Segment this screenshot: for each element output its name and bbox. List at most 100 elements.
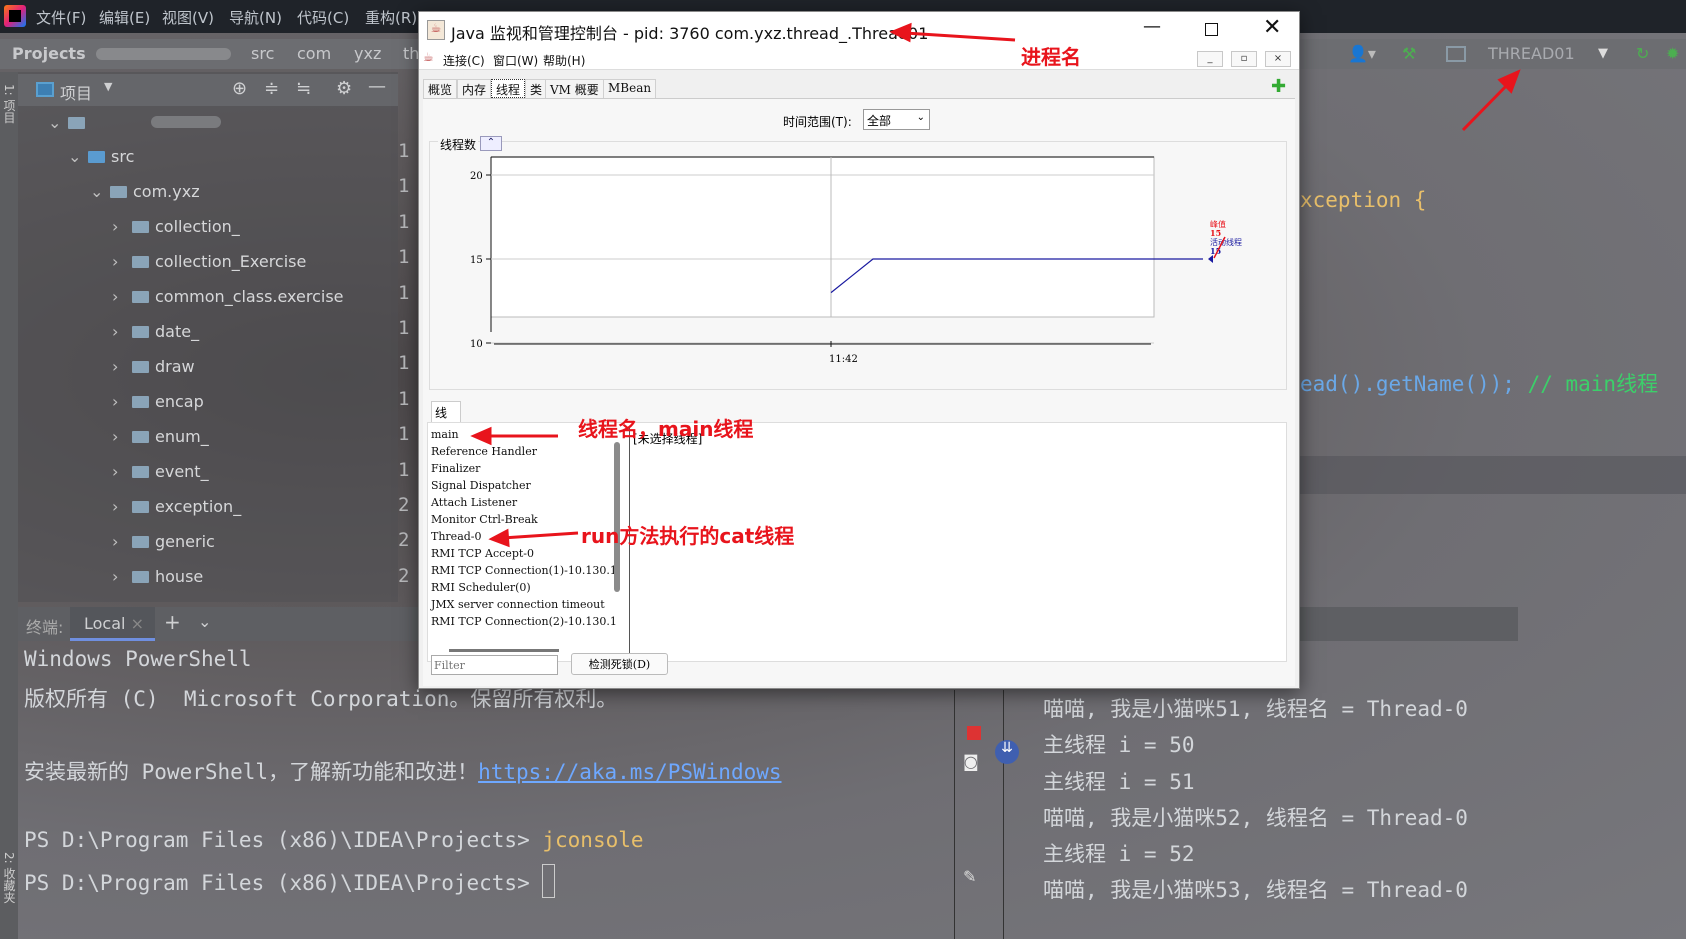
terminal-line: Windows PowerShell	[24, 647, 252, 671]
tree-root[interactable]: ⌄	[48, 113, 221, 137]
tree-item[interactable]: › draw	[112, 357, 195, 381]
tree-item[interactable]: › generic	[112, 532, 215, 556]
filter-input[interactable]	[431, 655, 558, 675]
detect-deadlock-button[interactable]: 检测死锁(D)	[571, 653, 668, 675]
tab-mbean[interactable]: MBean	[603, 79, 657, 98]
stop-icon[interactable]	[967, 726, 981, 740]
menu-refactor[interactable]: 重构(R)	[365, 7, 417, 28]
add-terminal-icon[interactable]: +	[164, 610, 181, 634]
intellij-logo-icon	[4, 5, 26, 27]
powershell-link[interactable]: https://aka.ms/PSWindows	[478, 760, 781, 784]
breadcrumb-yxz[interactable]: yxz	[354, 44, 381, 63]
thread-list[interactable]: main Reference Handler Finalizer Signal Dis…	[427, 428, 617, 646]
console-line: 主线程 i = 50	[1043, 733, 1195, 757]
user-icon[interactable]: 👤▾	[1348, 44, 1376, 63]
breadcrumb-src[interactable]: src	[251, 44, 274, 63]
chevron-down-icon[interactable]: ▼	[104, 80, 112, 93]
terminal-line: 安装最新的 PowerShell，了解新功能和改进！https://aka.ms…	[24, 760, 782, 784]
thread-list-item[interactable]: Reference Handler	[431, 445, 537, 458]
thread-list-item[interactable]: RMI TCP Connection(1)-10.130.1	[431, 564, 617, 577]
menu-code[interactable]: 代码(C)	[297, 7, 349, 28]
tab-threads[interactable]: 线程	[491, 79, 526, 98]
tree-item[interactable]: › exception_	[112, 497, 241, 521]
project-tool-tab[interactable]: 1: 项目	[1, 84, 18, 124]
chart-legend: 峰值 15 活动线程 15	[1210, 220, 1242, 256]
run-config-select[interactable]: THREAD01	[1488, 44, 1575, 63]
thread-list-item[interactable]: RMI Scheduler(0)	[431, 581, 531, 594]
thread-list-item[interactable]: main	[431, 428, 459, 441]
menu-navigate[interactable]: 导航(N)	[229, 7, 282, 28]
tree-item[interactable]: ⌄ src	[68, 147, 134, 171]
breadcrumb-th[interactable]: th	[403, 44, 419, 63]
menu-view[interactable]: 视图(V)	[162, 7, 214, 28]
time-range-select[interactable]: 全部 ⌄	[863, 109, 930, 130]
tab-overview[interactable]: 概览	[423, 79, 458, 98]
console-line: 喵喵, 我是小猫咪52, 线程名 = Thread-0	[1043, 806, 1468, 830]
thread-list-item[interactable]: Attach Listener	[431, 496, 517, 509]
tree-item[interactable]: ⌄ com.yxz	[90, 182, 200, 206]
debug-icon[interactable]: ✹	[1666, 44, 1679, 63]
inner-minimize-button[interactable]: _	[1197, 51, 1223, 67]
tree-item[interactable]: › collection_Exercise	[112, 252, 306, 276]
thread-list-hscrollbar[interactable]	[449, 649, 559, 652]
threads-section-tab[interactable]: 线程	[431, 401, 461, 437]
console-line: 喵喵, 我是小猫咪51, 线程名 = Thread-0	[1043, 697, 1468, 721]
jconsole-menubar: ☕ 连接(C) 窗口(W) 帮助(H) _ ▫ ×	[419, 48, 1299, 70]
terminal-line: PS D:\Program Files (x86)\IDEA\Projects>…	[24, 828, 644, 852]
breadcrumb-projects[interactable]: Projects	[12, 44, 86, 63]
thread-list-item[interactable]: RMI TCP Accept-0	[431, 547, 534, 560]
menu-connection[interactable]: 连接(C)	[443, 52, 485, 69]
window-titlebar[interactable]: ☕ Java 监视和管理控制台 - pid: 3760 com.yxz.thre…	[419, 12, 1299, 48]
close-button[interactable]: ✕	[1263, 15, 1281, 40]
project-panel-header: 项目 ▼ ⊕ ≑ ≒ ⚙ —	[18, 74, 398, 106]
thread-list-item[interactable]: Signal Dispatcher	[431, 479, 531, 492]
tab-classes[interactable]: 类	[525, 79, 548, 98]
locate-icon[interactable]: ⊕	[232, 78, 247, 99]
inner-restore-button[interactable]: ▫	[1231, 51, 1257, 67]
tree-item[interactable]: › collection_	[112, 217, 240, 241]
favorites-tool-tab[interactable]: 2: 收藏夹	[1, 852, 18, 904]
thread-list-item[interactable]: JMX server connection timeout	[431, 598, 605, 611]
thread-list-item[interactable]: RMI TCP Connection(2)-10.130.1	[431, 615, 617, 628]
chevron-down-icon[interactable]: ⌄	[198, 612, 211, 631]
console-line: 喵喵, 我是小猫咪53, 线程名 = Thread-0	[1043, 878, 1468, 902]
menu-file[interactable]: 文件(F)	[36, 7, 86, 28]
thread-list-item[interactable]: Thread-0	[431, 530, 482, 543]
tree-item[interactable]: › common_class.exercise	[112, 287, 344, 311]
terminal-tab-local[interactable]: Local ×	[70, 607, 155, 641]
close-icon[interactable]: ×	[131, 614, 144, 633]
menu-window[interactable]: 窗口(W)	[493, 52, 538, 69]
hide-icon[interactable]: —	[368, 76, 386, 97]
inner-close-button[interactable]: ×	[1265, 51, 1291, 67]
collapse-all-icon[interactable]: ≒	[296, 78, 311, 99]
camera-icon[interactable]: ◙	[963, 752, 979, 771]
tree-item[interactable]: › date_	[112, 322, 199, 346]
tree-item[interactable]: › enum_	[112, 427, 209, 451]
tab-vm-summary[interactable]: VM 概要	[545, 79, 604, 98]
expand-all-icon[interactable]: ≑	[264, 78, 279, 99]
jconsole-window: ☕ Java 监视和管理控制台 - pid: 3760 com.yxz.thre…	[418, 11, 1300, 689]
rerun-icon[interactable]: ↻	[1636, 44, 1649, 63]
minimize-button[interactable]: —	[1143, 16, 1161, 37]
thread-list-item[interactable]: Finalizer	[431, 462, 480, 475]
pin-icon[interactable]: ✎	[963, 867, 976, 886]
current-value-marker	[1208, 255, 1213, 263]
scroll-to-end-icon[interactable]: ⇊	[995, 740, 1019, 764]
maximize-button[interactable]	[1205, 23, 1218, 36]
tree-item[interactable]: › event_	[112, 462, 209, 486]
code-line[interactable]: xception {	[1300, 188, 1426, 212]
tree-item[interactable]: › house	[112, 567, 203, 591]
menu-edit[interactable]: 编辑(E)	[99, 7, 150, 28]
chevron-down-icon[interactable]: ▼	[1598, 46, 1608, 61]
terminal-prompt[interactable]: PS D:\Program Files (x86)\IDEA\Projects>	[24, 864, 556, 898]
project-view-select[interactable]: 项目	[60, 80, 92, 104]
thread-list-scrollbar[interactable]	[614, 442, 620, 592]
tree-item[interactable]: › encap	[112, 392, 204, 416]
tab-memory[interactable]: 内存	[457, 79, 492, 98]
build-hammer-icon[interactable]: ⚒	[1402, 44, 1416, 63]
thread-list-item[interactable]: Monitor Ctrl-Break	[431, 513, 538, 526]
breadcrumb-com[interactable]: com	[297, 44, 331, 63]
code-line[interactable]: ead().getName()); // main线程	[1300, 368, 1658, 398]
gear-icon[interactable]: ⚙	[336, 78, 352, 99]
menu-help[interactable]: 帮助(H)	[543, 52, 585, 69]
